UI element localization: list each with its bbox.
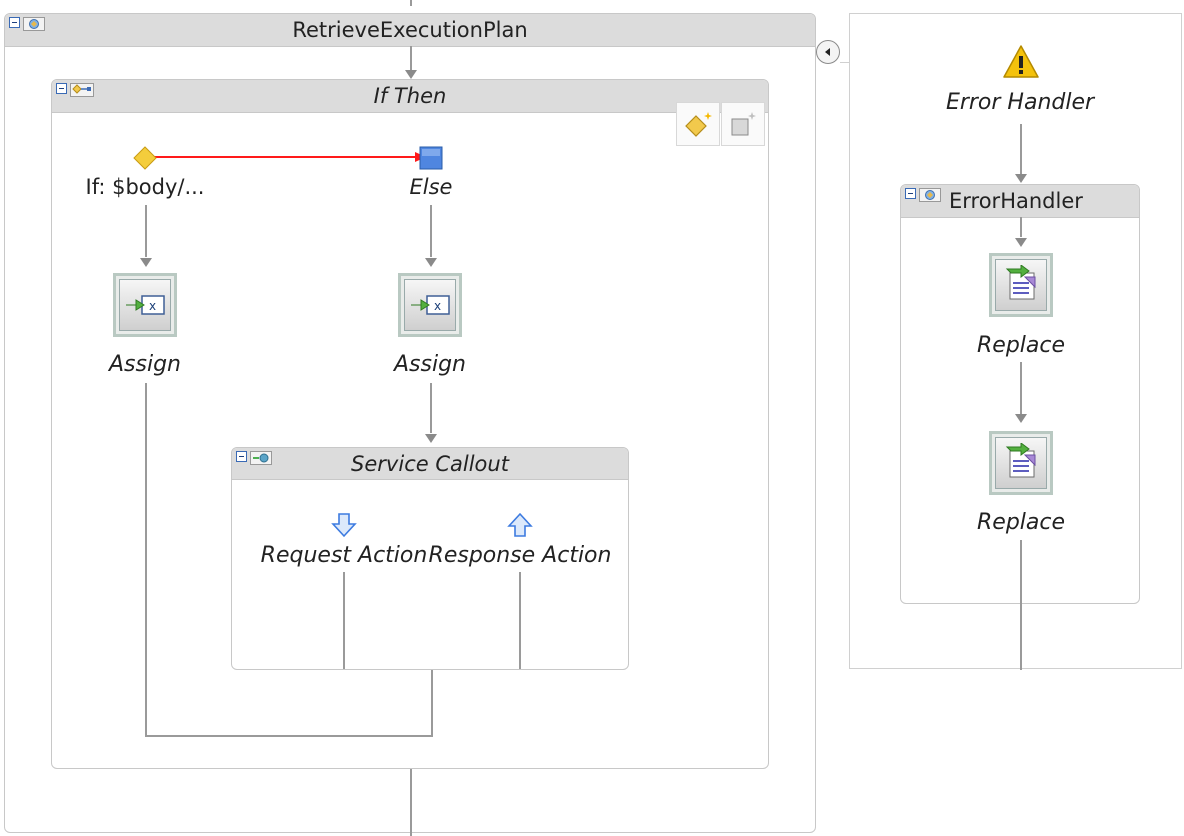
- error-handler-scope-title: ErrorHandler: [949, 189, 1083, 213]
- assign-label: Assign: [394, 352, 466, 377]
- arrowhead: [425, 434, 437, 443]
- request-action-label[interactable]: Request Action: [261, 543, 428, 568]
- assign-action-1[interactable]: x: [113, 273, 177, 337]
- scope-header[interactable]: RetrieveExecutionPlan: [5, 14, 815, 47]
- assign-label: Assign: [109, 352, 181, 377]
- panel-divider: [840, 62, 849, 63]
- request-arrow-down-icon[interactable]: [331, 512, 357, 538]
- add-else-icon: [731, 112, 756, 136]
- add-else-button[interactable]: [721, 102, 765, 146]
- else-branch-label[interactable]: Else: [410, 175, 453, 199]
- arrowhead: [1015, 174, 1027, 183]
- arrowhead: [405, 70, 417, 79]
- collapse-icon[interactable]: [9, 17, 20, 28]
- connector-line: [1020, 124, 1022, 174]
- connector-line: [410, 46, 412, 70]
- branch-connector: [152, 152, 426, 162]
- add-condition-icon: [685, 112, 712, 137]
- arrow-left-icon: [825, 48, 830, 56]
- connector-line: [343, 572, 345, 669]
- connector-line: [145, 735, 433, 737]
- if-then-icon: [70, 82, 94, 101]
- else-branch-square-icon[interactable]: [419, 146, 443, 170]
- svg-text:x: x: [149, 299, 156, 313]
- assign-icon: x: [126, 295, 165, 315]
- arrowhead: [140, 258, 152, 267]
- connector-line: [430, 205, 432, 257]
- incoming-connector: [410, 0, 412, 6]
- arrowhead: [425, 258, 437, 267]
- if-branch-label[interactable]: If: $body/...: [86, 175, 205, 199]
- warning-icon: [1003, 45, 1039, 78]
- connector-line: [410, 769, 412, 836]
- error-panel-toggle[interactable]: [816, 40, 840, 64]
- connector-line: [430, 383, 432, 433]
- error-handler-title: Error Handler: [945, 90, 1095, 115]
- scope-title: RetrieveExecutionPlan: [292, 18, 528, 42]
- assign-icon: x: [411, 295, 450, 315]
- service-callout-title: Service Callout: [351, 451, 509, 476]
- svg-text:x: x: [434, 299, 441, 313]
- service-callout-icon: [250, 450, 272, 469]
- arrowhead: [1015, 414, 1027, 423]
- service-callout-header[interactable]: Service Callout: [232, 448, 628, 480]
- if-then-title: If Then: [373, 84, 447, 108]
- collapse-icon[interactable]: [236, 451, 247, 462]
- response-arrow-up-icon[interactable]: [507, 512, 533, 538]
- response-action-label[interactable]: Response Action: [429, 543, 612, 568]
- add-condition-button[interactable]: [676, 102, 720, 146]
- connector-line: [431, 668, 433, 736]
- replace-label: Replace: [976, 510, 1066, 535]
- connector-line: [519, 572, 521, 669]
- scope-icon: [23, 16, 45, 35]
- assign-action-2[interactable]: x: [398, 273, 462, 337]
- replace-icon: [1005, 443, 1036, 478]
- replace-label: Replace: [976, 333, 1066, 358]
- replace-action-1[interactable]: [989, 253, 1053, 317]
- replace-action-2[interactable]: [989, 431, 1053, 495]
- connector-line: [1020, 362, 1022, 414]
- connector-line: [145, 205, 147, 257]
- arrowhead: [1015, 238, 1027, 247]
- connector-line: [145, 383, 147, 736]
- if-branch-diamond-icon[interactable]: [132, 146, 158, 170]
- if-then-header[interactable]: If Then: [52, 80, 768, 113]
- scope-icon: [919, 187, 941, 206]
- connector-line: [1020, 217, 1022, 237]
- collapse-icon[interactable]: [56, 83, 67, 94]
- collapse-icon[interactable]: [905, 188, 916, 199]
- connector-line: [1020, 540, 1022, 670]
- replace-icon: [1005, 265, 1036, 300]
